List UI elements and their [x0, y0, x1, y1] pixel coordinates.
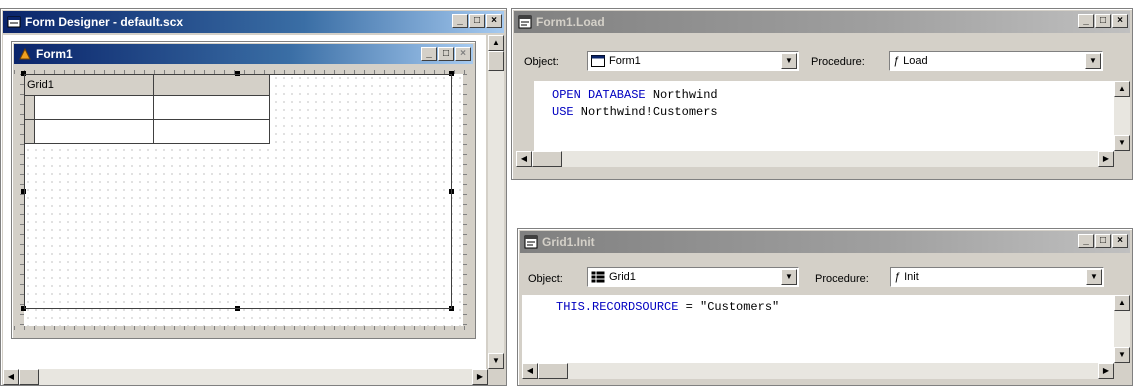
maximize-button[interactable]: □: [1095, 14, 1111, 28]
lightning-icon: ƒ: [893, 55, 900, 67]
init-vertical-scrollbar[interactable]: ▲ ▼: [1114, 295, 1130, 363]
grid-icon: [591, 271, 605, 283]
form1-canvas[interactable]: Grid1: [21, 71, 463, 326]
load-code-editor[interactable]: OPEN DATABASE Northwind USE Northwind!Cu…: [516, 81, 1114, 151]
chevron-down-icon[interactable]: ▼: [1085, 53, 1101, 69]
scroll-down-button[interactable]: ▼: [1114, 347, 1130, 363]
form-icon: [18, 47, 32, 61]
scroll-thumb[interactable]: [488, 51, 504, 71]
form1-right-ruler: [463, 74, 473, 336]
load-code-window: Form1.Load _ □ × Object: Form1 ▼ Procedu…: [511, 8, 1133, 180]
lightning-icon: ƒ: [894, 271, 901, 283]
procedure-select-value: Init: [904, 271, 919, 283]
procedure-select[interactable]: ƒ Load ▼: [889, 51, 1103, 71]
scroll-left-button[interactable]: ◀: [522, 363, 538, 379]
form1-top-ruler: [14, 64, 473, 74]
scroll-thumb[interactable]: [538, 363, 568, 379]
form1-minimize-button[interactable]: _: [421, 47, 437, 61]
form1-title: Form1: [36, 47, 73, 61]
form1-titlebar[interactable]: Form1 _ □ ×: [14, 44, 473, 64]
minimize-button[interactable]: _: [452, 14, 468, 28]
form1-close-button[interactable]: ×: [455, 47, 471, 61]
scroll-thumb[interactable]: [532, 151, 562, 167]
code-window-icon: [518, 15, 532, 29]
procedure-select-value: Load: [903, 55, 928, 67]
load-code-titlebar[interactable]: Form1.Load _ □ ×: [514, 11, 1130, 33]
chevron-down-icon[interactable]: ▼: [1086, 269, 1102, 285]
init-horizontal-scrollbar[interactable]: ◀ ▶: [522, 363, 1114, 379]
minimize-button[interactable]: _: [1078, 14, 1094, 28]
scroll-right-button[interactable]: ▶: [1098, 151, 1114, 167]
form-designer-titlebar[interactable]: Form Designer - default.scx _ □ ×: [3, 11, 504, 33]
load-code-title: Form1.Load: [536, 15, 605, 29]
form-boundary: [24, 74, 452, 309]
object-select-value: Form1: [609, 55, 641, 67]
scroll-left-button[interactable]: ◀: [516, 151, 532, 167]
editor-margin: [516, 81, 534, 151]
scroll-right-button[interactable]: ▶: [472, 369, 488, 385]
code-line: USE Northwind!Customers: [552, 105, 718, 119]
code-window-icon: [524, 235, 538, 249]
scroll-down-button[interactable]: ▼: [488, 353, 504, 369]
scroll-thumb[interactable]: [19, 369, 39, 385]
maximize-button[interactable]: □: [469, 14, 485, 28]
form-designer-icon: [7, 15, 21, 29]
procedure-select[interactable]: ƒ Init ▼: [890, 267, 1104, 287]
form-designer-vertical-scrollbar[interactable]: ▲ ▼: [488, 35, 504, 369]
chevron-down-icon[interactable]: ▼: [781, 269, 797, 285]
scroll-down-button[interactable]: ▼: [1114, 135, 1130, 151]
init-code-titlebar[interactable]: Grid1.Init _ □ ×: [520, 231, 1130, 253]
procedure-label: Procedure:: [815, 273, 869, 285]
close-button[interactable]: ×: [1112, 234, 1128, 248]
form1-maximize-button[interactable]: □: [438, 47, 454, 61]
form-icon: [591, 55, 605, 67]
init-code-title: Grid1.Init: [542, 235, 595, 249]
load-vertical-scrollbar[interactable]: ▲ ▼: [1114, 81, 1130, 151]
close-button[interactable]: ×: [1112, 14, 1128, 28]
form1-bottom-ruler: [14, 326, 473, 336]
scroll-left-button[interactable]: ◀: [3, 369, 19, 385]
code-line: THIS.RECORDSOURCE = "Customers": [556, 300, 780, 314]
form-designer-window: Form Designer - default.scx _ □ × Form1 …: [0, 8, 507, 386]
object-select[interactable]: Form1 ▼: [587, 51, 799, 71]
form-designer-horizontal-scrollbar[interactable]: ◀ ▶: [3, 369, 488, 385]
scroll-up-button[interactable]: ▲: [1114, 295, 1130, 311]
object-label: Object:: [524, 56, 559, 68]
init-code-editor[interactable]: THIS.RECORDSOURCE = "Customers": [522, 295, 1114, 363]
scroll-right-button[interactable]: ▶: [1098, 363, 1114, 379]
load-horizontal-scrollbar[interactable]: ◀ ▶: [516, 151, 1114, 167]
maximize-button[interactable]: □: [1095, 234, 1111, 248]
code-line: OPEN DATABASE Northwind: [552, 88, 718, 102]
close-button[interactable]: ×: [486, 14, 502, 28]
form-designer-title: Form Designer - default.scx: [25, 15, 184, 29]
object-select-value: Grid1: [609, 271, 636, 283]
form1-left-ruler: [14, 74, 24, 336]
scroll-up-button[interactable]: ▲: [488, 35, 504, 51]
minimize-button[interactable]: _: [1078, 234, 1094, 248]
object-select[interactable]: Grid1 ▼: [587, 267, 799, 287]
scroll-up-button[interactable]: ▲: [1114, 81, 1130, 97]
procedure-label: Procedure:: [811, 56, 865, 68]
form1-window: Form1 _ □ × Grid1: [11, 41, 476, 339]
object-label: Object:: [528, 273, 563, 285]
init-code-window: Grid1.Init _ □ × Object: Grid1 ▼ Procedu…: [517, 228, 1133, 386]
form-designer-client: Form1 _ □ × Grid1: [3, 35, 486, 369]
chevron-down-icon[interactable]: ▼: [781, 53, 797, 69]
